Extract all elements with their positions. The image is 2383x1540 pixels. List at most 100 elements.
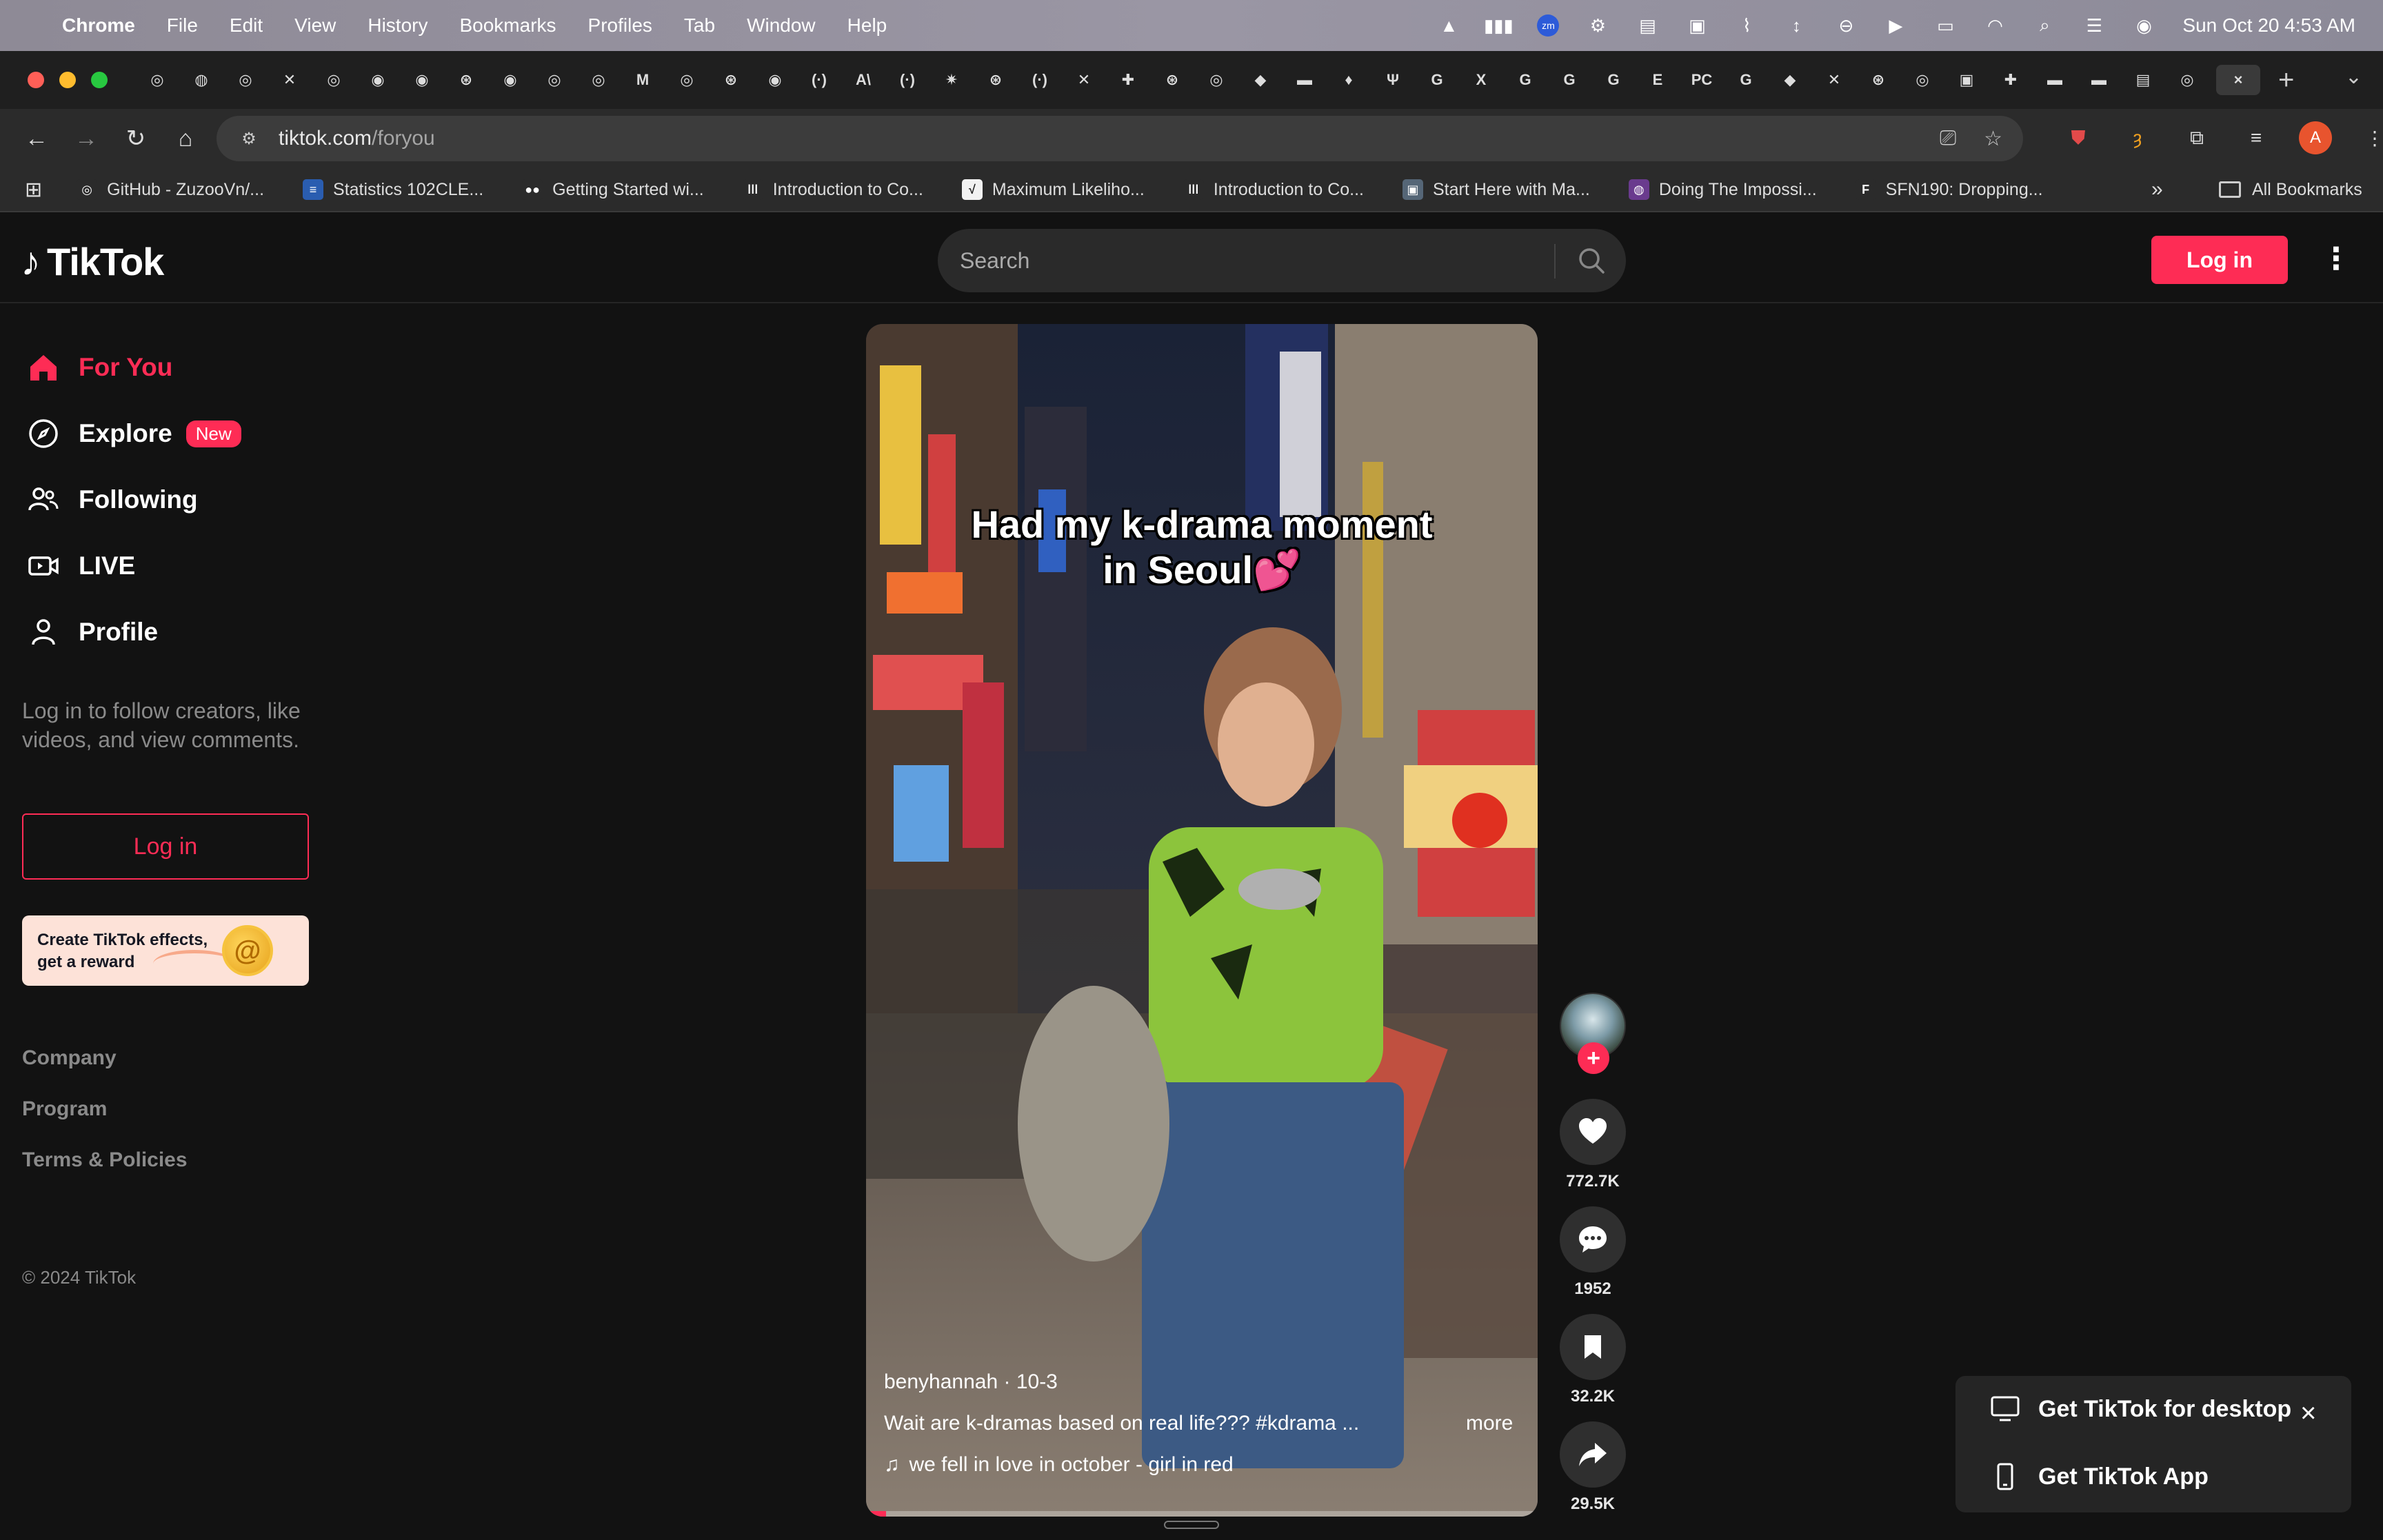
video-player[interactable]: Had my k-drama moment in Seoul💕 benyhann… bbox=[866, 324, 1538, 1517]
bookmark-item[interactable]: ◍ Doing The Impossi... bbox=[1628, 179, 1817, 200]
spotlight-search-icon[interactable]: ⌕ bbox=[2033, 14, 2055, 37]
media-controls-icon[interactable]: ≡ bbox=[2240, 121, 2273, 154]
install-app-icon[interactable]: ⎚ bbox=[1940, 127, 1956, 151]
tab-favicon-icon[interactable]: Ψ bbox=[1378, 65, 1408, 95]
shield-extension-icon[interactable]: ⛊ bbox=[2062, 121, 2095, 154]
address-bar[interactable]: ⚙ tiktok.com/foryou ⎚ ☆ bbox=[217, 116, 2023, 161]
tab-favicon-icon[interactable]: ◉ bbox=[407, 65, 437, 95]
nav-for-you[interactable]: For You bbox=[26, 350, 172, 385]
new-tab-button[interactable]: + bbox=[2278, 65, 2294, 96]
tab-favicon-icon[interactable]: A\ bbox=[848, 65, 878, 95]
tab-favicon-icon[interactable]: (·) bbox=[804, 65, 834, 95]
tab-favicon-icon[interactable]: ◎ bbox=[230, 65, 261, 95]
more-bookmarks-icon[interactable]: » bbox=[2151, 178, 2163, 201]
tab-favicon-icon[interactable]: (·) bbox=[1025, 65, 1055, 95]
bookmark-item[interactable]: ≡ Statistics 102CLE... bbox=[303, 179, 483, 200]
audio-levels-icon[interactable]: ▮▮▮ bbox=[1484, 14, 1514, 37]
tab-favicon-icon[interactable]: ✕ bbox=[274, 65, 305, 95]
bookmark-star-icon[interactable]: ☆ bbox=[1984, 127, 2002, 151]
tab-favicon-icon[interactable]: ◎ bbox=[539, 65, 570, 95]
menu-help[interactable]: Help bbox=[847, 14, 887, 37]
tab-favicon-icon[interactable]: G bbox=[1731, 65, 1761, 95]
tab-favicon-icon[interactable]: G bbox=[1554, 65, 1585, 95]
tab-favicon-icon[interactable]: (·) bbox=[892, 65, 923, 95]
tab-search-chevron-icon[interactable]: ⌄ bbox=[2345, 65, 2362, 89]
clipboard-icon[interactable]: ▤ bbox=[1636, 14, 1658, 37]
sidebar-login-button[interactable]: Log in bbox=[22, 813, 309, 880]
bookmark-item[interactable]: ◎ GitHub - ZuzooVn/... bbox=[77, 179, 264, 200]
more-options-icon[interactable]: ⋮ bbox=[2321, 241, 2351, 276]
tab-favicon-icon[interactable]: E bbox=[1642, 65, 1673, 95]
tab-favicon-icon[interactable]: ▬ bbox=[2084, 65, 2114, 95]
tab-favicon-icon[interactable]: ◎ bbox=[142, 65, 172, 95]
forward-button[interactable]: → bbox=[68, 120, 105, 157]
video-music[interactable]: ♫ we fell in love in october - girl in r… bbox=[884, 1453, 1234, 1477]
siri-icon[interactable]: ◉ bbox=[2133, 14, 2155, 37]
tab-favicon-icon[interactable]: ◉ bbox=[760, 65, 790, 95]
comment-button[interactable] bbox=[1560, 1206, 1626, 1273]
close-window-icon[interactable] bbox=[28, 72, 44, 88]
menu-window[interactable]: Window bbox=[747, 14, 816, 37]
tab-favicon-icon[interactable]: ◎ bbox=[1907, 65, 1938, 95]
video-progress-bar[interactable] bbox=[866, 1511, 1538, 1517]
menu-profiles[interactable]: Profiles bbox=[588, 14, 652, 37]
footer-terms-link[interactable]: Terms & Policies bbox=[22, 1148, 188, 1172]
bookmark-item[interactable]: ǀǀǀ Introduction to Co... bbox=[1183, 179, 1364, 200]
tab-favicon-icon[interactable]: ⊛ bbox=[1157, 65, 1187, 95]
tab-favicon-icon[interactable]: ◎ bbox=[1201, 65, 1231, 95]
nav-explore[interactable]: Explore New bbox=[26, 416, 241, 451]
bookmark-item[interactable]: ǀǀǀ Introduction to Co... bbox=[742, 179, 923, 200]
menu-tab[interactable]: Tab bbox=[684, 14, 715, 37]
site-info-icon[interactable]: ⚙ bbox=[237, 127, 261, 150]
tab-favicon-icon[interactable]: PC bbox=[1687, 65, 1717, 95]
active-tab-close-icon[interactable]: × bbox=[2216, 65, 2260, 95]
tab-favicon-icon[interactable]: ♦ bbox=[1334, 65, 1364, 95]
tab-favicon-icon[interactable]: ▬ bbox=[2040, 65, 2070, 95]
menu-app-chrome[interactable]: Chrome bbox=[62, 14, 135, 37]
share-button[interactable] bbox=[1560, 1421, 1626, 1488]
tab-favicon-icon[interactable]: G bbox=[1510, 65, 1540, 95]
profile-avatar-icon[interactable]: A bbox=[2299, 121, 2332, 154]
zoom-window-icon[interactable] bbox=[91, 72, 108, 88]
effects-promo-card[interactable]: Create TikTok effects, get a reward @ bbox=[22, 915, 309, 986]
tab-favicon-icon[interactable]: ◉ bbox=[495, 65, 525, 95]
all-bookmarks-button[interactable]: All Bookmarks bbox=[2219, 180, 2362, 200]
chrome-menu-icon[interactable]: ⋮ bbox=[2358, 121, 2383, 154]
screenshot-icon[interactable]: ▣ bbox=[1686, 14, 1708, 37]
tab-favicon-icon[interactable]: G bbox=[1598, 65, 1629, 95]
tab-favicon-icon[interactable]: ◎ bbox=[319, 65, 349, 95]
vector-app-icon[interactable]: ▲ bbox=[1438, 14, 1460, 37]
battery-icon[interactable]: ▭ bbox=[1934, 14, 1956, 37]
header-login-button[interactable]: Log in bbox=[2151, 236, 2288, 284]
tiktok-logo[interactable]: ♪ TikTok bbox=[21, 239, 164, 285]
nav-profile[interactable]: Profile bbox=[26, 615, 158, 649]
zoom-icon[interactable]: zm bbox=[1537, 14, 1560, 37]
tab-favicon-icon[interactable]: M bbox=[627, 65, 658, 95]
tab-favicon-icon[interactable]: ◍ bbox=[186, 65, 217, 95]
tab-favicon-icon[interactable]: G bbox=[1422, 65, 1452, 95]
tab-favicon-icon[interactable]: ⊛ bbox=[1863, 65, 1893, 95]
home-button[interactable]: ⌂ bbox=[167, 120, 204, 157]
arrows-icon[interactable]: ↕ bbox=[1785, 14, 1807, 37]
menubar-clock[interactable]: Sun Oct 20 4:53 AM bbox=[2182, 14, 2355, 37]
tab-favicon-icon[interactable]: ▤ bbox=[2128, 65, 2158, 95]
control-center-icon[interactable]: ☰ bbox=[2083, 14, 2105, 37]
get-mobile-app-link[interactable]: Get TikTok App bbox=[1990, 1463, 2209, 1490]
bookmark-item[interactable]: √ Maximum Likeliho... bbox=[961, 179, 1145, 200]
back-button[interactable]: ← bbox=[18, 120, 55, 157]
video-author-date[interactable]: benyhannah · 10-3 bbox=[884, 1370, 1058, 1394]
wifi-icon[interactable]: ◠ bbox=[1984, 14, 2006, 37]
apps-grid-icon[interactable]: ⊞ bbox=[25, 178, 42, 202]
nav-live[interactable]: LIVE bbox=[26, 549, 135, 583]
tab-favicon-icon[interactable]: ◎ bbox=[2172, 65, 2202, 95]
tab-favicon-icon[interactable]: ⊛ bbox=[981, 65, 1011, 95]
menu-edit[interactable]: Edit bbox=[230, 14, 263, 37]
footer-company-link[interactable]: Company bbox=[22, 1046, 117, 1070]
minimize-window-icon[interactable] bbox=[59, 72, 76, 88]
tab-favicon-icon[interactable]: ✚ bbox=[1995, 65, 2026, 95]
nav-following[interactable]: Following bbox=[26, 483, 198, 517]
extensions-puzzle-icon[interactable]: ⧉ bbox=[2180, 121, 2213, 154]
play-icon[interactable]: ▶ bbox=[1884, 14, 1907, 37]
honey-extension-icon[interactable]: ȝ bbox=[2121, 121, 2154, 154]
menu-bookmarks[interactable]: Bookmarks bbox=[459, 14, 556, 37]
